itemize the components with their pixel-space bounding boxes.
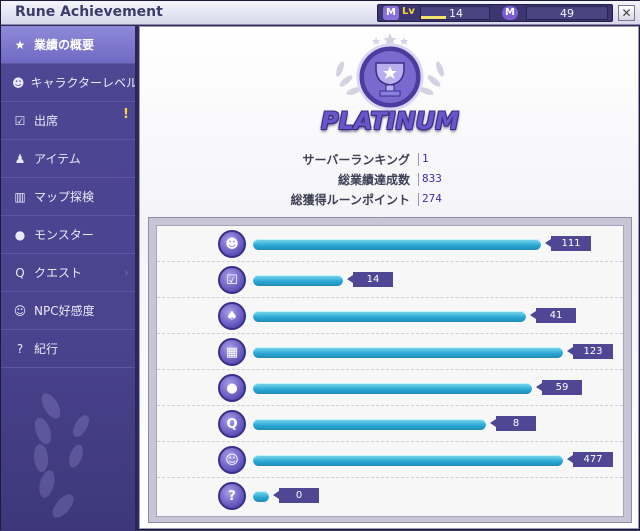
sidebar-item-label: NPC好感度 [34, 304, 95, 318]
potion-icon: ♠ [218, 302, 246, 330]
sidebar-item-1[interactable]: ☻ キャラクターレベル [1, 64, 135, 102]
sidebar-item-label: 出席 [34, 114, 59, 128]
count-badge: 59 [536, 380, 582, 395]
sidebar-item-6[interactable]: Q クエスト › [1, 254, 135, 292]
quest-icon: Q [218, 410, 246, 438]
character-icon: ☻ [218, 230, 246, 258]
sidebar-item-2[interactable]: ☑ 出席! [1, 102, 135, 140]
window-title: Rune Achievement [15, 4, 163, 20]
count-badge: 8 [490, 416, 536, 431]
sidebar-item-label: モンスター [34, 228, 94, 242]
progress-bar [253, 455, 563, 466]
category-stats-frame: ☻ 111 ☑ 14 ♠ 41 ▦ 123 ● 59 Q 8 ☺ 477? 0 [148, 217, 632, 523]
category-row: ☑ 14 [157, 262, 623, 298]
progress-bar [253, 419, 486, 430]
sidebar-item-5[interactable]: ● モンスター [1, 216, 135, 254]
level-label: Lv [402, 6, 415, 17]
rune-level-icon: M [383, 6, 399, 20]
category-row: Q8 [157, 406, 623, 442]
map-icon: ▥ [14, 189, 26, 204]
server-ranking-row: サーバーランキング 1 [140, 151, 640, 169]
level-box: 14 [420, 6, 490, 20]
character-icon: ☻ [12, 75, 25, 90]
sidebar-item-label: マップ探検 [34, 190, 95, 204]
sidebar-item-label: クエスト [34, 266, 83, 280]
sidebar-item-8[interactable]: ? 紀行 [1, 330, 135, 368]
count-badge: 123 [567, 344, 613, 359]
sidebar-item-0[interactable]: ★ 業績の概要 [1, 26, 135, 64]
category-row: ▦ 123 [157, 334, 623, 370]
total-rune-points-value: 274 [422, 192, 442, 205]
question-icon: ? [16, 341, 24, 356]
category-row: ☻ 111 [157, 226, 623, 262]
progress-bar [253, 491, 269, 502]
separator [418, 173, 419, 186]
close-button[interactable]: ✕ [618, 5, 635, 21]
total-achievements-value: 833 [422, 172, 442, 185]
sidebar-item-4[interactable]: ▥ マップ探検 [1, 178, 135, 216]
sidebar-item-label: 業績の概要 [34, 38, 95, 52]
count-badge: 477 [567, 452, 613, 467]
quest-icon: Q [15, 265, 25, 280]
alert-badge: ! [123, 107, 129, 122]
sidebar-item-3[interactable]: ♟ アイテム [1, 140, 135, 178]
separator [418, 153, 419, 166]
smile-icon: ☺ [218, 446, 246, 474]
category-row: ♠ 41 [157, 298, 623, 334]
title-bar[interactable]: Rune Achievement M Lv 14 M 49 ✕ [1, 1, 640, 25]
category-stats-panel: ☻ 111 ☑ 14 ♠ 41 ▦ 123 ● 59 Q 8 ☺ 477? 0 [156, 225, 624, 517]
category-row: ● 59 [157, 370, 623, 406]
rune-point-value: 49 [526, 6, 608, 20]
smile-icon: ☺ [13, 303, 27, 318]
progress-bar [253, 275, 343, 286]
server-ranking-label: サーバーランキング [302, 153, 410, 167]
progress-bar [253, 383, 532, 394]
count-badge: 111 [545, 236, 591, 251]
total-achievements-row: 総業績達成数 833 [140, 171, 640, 189]
platinum-trophy-icon [336, 33, 444, 111]
progress-bar [253, 347, 563, 358]
server-ranking-value: 1 [422, 152, 429, 165]
chevron-right-icon: › [124, 266, 129, 280]
rank-title: PLATINUM [321, 107, 459, 135]
achievement-window: Rune Achievement M Lv 14 M 49 ✕ ★ 業績の概要 ☻ キ… [0, 0, 640, 531]
category-row: ? 0 [157, 478, 623, 514]
checkbox-icon: ☑ [14, 113, 26, 128]
total-rune-points-row: 総獲得ルーンポイント 274 [140, 191, 640, 209]
category-sidebar: ★ 業績の概要 ☻ キャラクターレベル ☑ 出席! ♟ アイテム ▥ マップ探検 ● モンスター Q クエ… [1, 26, 137, 531]
separator [418, 193, 419, 206]
question-icon: ? [218, 482, 246, 510]
count-badge: 41 [530, 308, 576, 323]
star-icon: ★ [14, 37, 26, 52]
total-rune-points-label: 総獲得ルーンポイント [290, 193, 410, 207]
sidebar-item-label: 紀行 [34, 342, 59, 356]
progress-bar [253, 239, 541, 250]
category-row: ☺ 477 [157, 442, 623, 478]
sidebar-item-7[interactable]: ☺ NPC好感度 [1, 292, 135, 330]
level-value: 14 [449, 7, 463, 20]
monster-icon: ● [14, 227, 26, 242]
map-icon: ▦ [218, 338, 246, 366]
count-badge: 0 [273, 488, 319, 503]
overview-panel: PLATINUM サーバーランキング 1 総業績達成数 833 総獲得ルーンポイ… [139, 26, 639, 529]
potion-icon: ♟ [14, 151, 26, 166]
sidebar-item-label: キャラクターレベル [30, 76, 137, 90]
total-achievements-label: 総業績達成数 [337, 173, 410, 187]
monster-icon: ● [218, 374, 246, 402]
count-badge: 14 [347, 272, 393, 287]
wreath-icon [33, 393, 89, 518]
rune-point-icon: M [502, 6, 518, 20]
checkbox-icon: ☑ [218, 266, 246, 294]
sidebar-item-label: アイテム [34, 152, 81, 166]
progress-bar [253, 311, 526, 322]
status-bar: M Lv 14 M 49 [377, 4, 613, 22]
